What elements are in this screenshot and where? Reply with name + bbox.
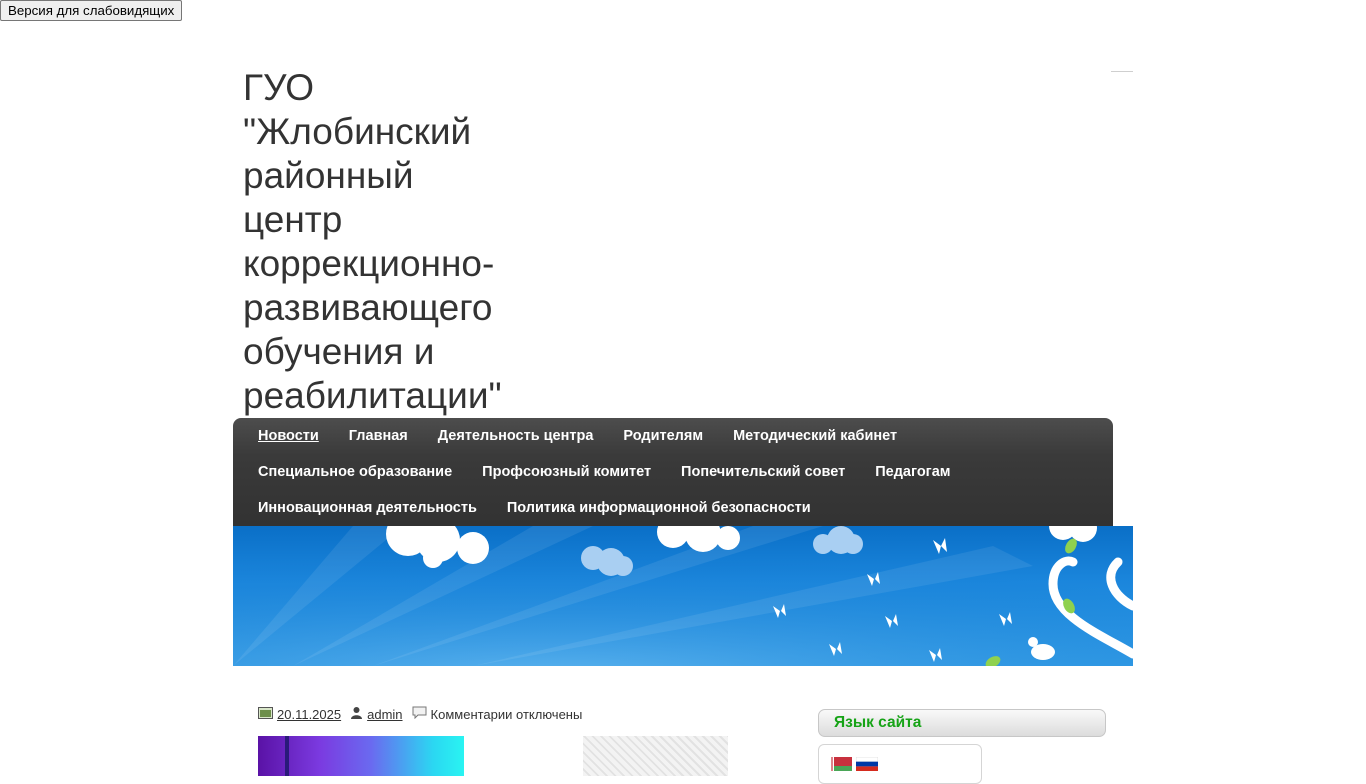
nav-item-innovation[interactable]: Инновационная деятельность — [258, 500, 477, 516]
low-vision-version-button[interactable]: Версия для слабовидящих — [0, 0, 183, 21]
user-icon — [350, 706, 363, 722]
post-image-pattern — [583, 736, 728, 776]
calendar-icon — [258, 706, 273, 722]
comments-status: Комментарии отключены — [430, 706, 583, 722]
nav-row: Инновационная деятельность Политика инфо… — [258, 490, 841, 526]
post-comments: Комментарии отключены — [412, 706, 583, 722]
header-banner — [233, 526, 1133, 666]
language-widget-header: Язык сайта — [818, 709, 1106, 737]
nav-item-special-education[interactable]: Специальное образование — [258, 464, 452, 480]
sky-banner-illustration — [233, 526, 1133, 666]
post-date-link[interactable]: 20.11.2025 — [277, 707, 341, 722]
nav-item-info-security-policy[interactable]: Политика информационной безопасности — [507, 500, 811, 516]
post-author-link[interactable]: admin — [367, 707, 402, 722]
nav-row: Специальное образование Профсоюзный коми… — [258, 454, 981, 490]
main-navigation: Новости Главная Деятельность центра Роди… — [233, 418, 1113, 526]
russia-flag-icon[interactable] — [856, 757, 878, 771]
nav-item-home[interactable]: Главная — [349, 428, 408, 444]
post-author: admin — [350, 706, 403, 722]
post-thumbnail[interactable] — [258, 736, 464, 776]
nav-item-board-of-trustees[interactable]: Попечительский совет — [681, 464, 845, 480]
nav-row: Новости Главная Деятельность центра Роди… — [258, 418, 927, 454]
nav-item-teachers[interactable]: Педагогам — [875, 464, 950, 480]
nav-item-center-activity[interactable]: Деятельность центра — [438, 428, 594, 444]
nav-item-news[interactable]: Новости — [258, 428, 319, 444]
site-title[interactable]: ГУО "Жлобинский районный центр коррекцио… — [243, 66, 533, 418]
comment-icon — [412, 706, 427, 722]
language-widget-body — [818, 744, 982, 784]
post-date: 20.11.2025 — [258, 706, 341, 722]
header-divider — [1111, 71, 1133, 72]
thumbnail-stripe — [285, 736, 289, 776]
nav-item-trade-union[interactable]: Профсоюзный комитет — [482, 464, 651, 480]
nav-item-methodical-office[interactable]: Методический кабинет — [733, 428, 897, 444]
nav-item-parents[interactable]: Родителям — [623, 428, 703, 444]
post-meta: 20.11.2025 admin Комментарии отключены — [258, 705, 591, 723]
language-widget-title: Язык сайта — [834, 714, 922, 731]
belarus-flag-icon[interactable] — [830, 757, 852, 771]
